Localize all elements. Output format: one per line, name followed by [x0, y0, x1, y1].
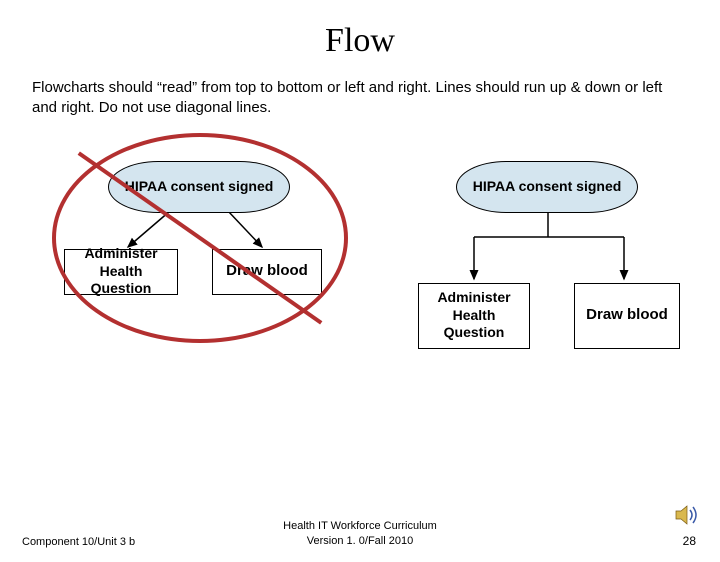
- footer-left-text: Component 10/Unit 3 b: [22, 536, 135, 548]
- right-bottom-right-node: Draw blood: [574, 283, 680, 349]
- prohibition-circle-icon: [52, 133, 348, 343]
- speaker-icon: [674, 504, 700, 526]
- footer-center-line2: Version 1. 0/Fall 2010: [307, 535, 413, 547]
- footer-center-text: Health IT Workforce Curriculum Version 1…: [283, 519, 437, 548]
- page-number: 28: [683, 534, 696, 548]
- diagram-area: HIPAA consent signed Administer Health Q…: [0, 143, 720, 443]
- footer-center-line1: Health IT Workforce Curriculum: [283, 520, 437, 532]
- page-title: Flow: [0, 22, 720, 60]
- right-top-node: HIPAA consent signed: [456, 161, 638, 213]
- description-text: Flowcharts should “read” from top to bot…: [32, 78, 688, 119]
- right-bottom-left-node: Administer Health Question: [418, 283, 530, 349]
